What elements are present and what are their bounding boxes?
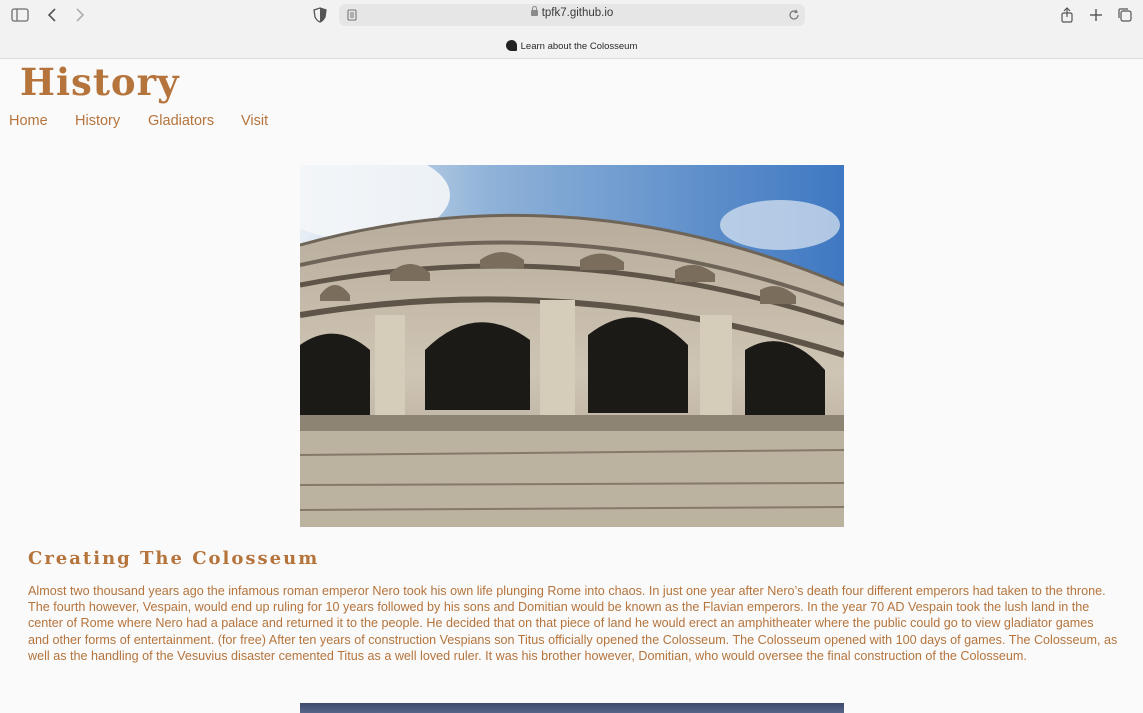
address-bar[interactable]: tpfk7.github.io xyxy=(339,4,805,26)
second-photo xyxy=(300,703,844,713)
nav-history[interactable]: History xyxy=(75,113,120,129)
active-tab[interactable]: Learn about the Colosseum xyxy=(0,40,1143,52)
nav-gladiators[interactable]: Gladiators xyxy=(148,113,214,129)
forward-icon[interactable] xyxy=(71,6,89,24)
url-text: tpfk7.github.io xyxy=(339,6,805,19)
back-icon[interactable] xyxy=(43,6,61,24)
nav-home[interactable]: Home xyxy=(9,113,48,129)
colosseum-photo xyxy=(300,165,844,527)
url-value: tpfk7.github.io xyxy=(541,7,614,19)
page-title: History xyxy=(20,60,180,104)
section-heading: Creating The Colosseum xyxy=(28,548,320,569)
sidebar-toggle-icon[interactable] xyxy=(11,6,29,24)
privacy-shield-icon[interactable] xyxy=(311,6,329,24)
tab-title-text: Learn about the Colosseum xyxy=(520,41,638,52)
reload-icon[interactable] xyxy=(785,6,803,24)
helmet-favicon-icon xyxy=(505,40,517,51)
lock-icon xyxy=(530,6,538,16)
share-icon[interactable] xyxy=(1058,6,1076,24)
new-tab-icon[interactable] xyxy=(1087,6,1105,24)
browser-toolbar: tpfk7.github.io Learn about the Colosseu… xyxy=(0,0,1143,59)
tab-overview-icon[interactable] xyxy=(1116,6,1134,24)
nav-visit[interactable]: Visit xyxy=(241,113,268,129)
section-paragraph: Almost two thousand years ago the infamo… xyxy=(28,584,1118,663)
